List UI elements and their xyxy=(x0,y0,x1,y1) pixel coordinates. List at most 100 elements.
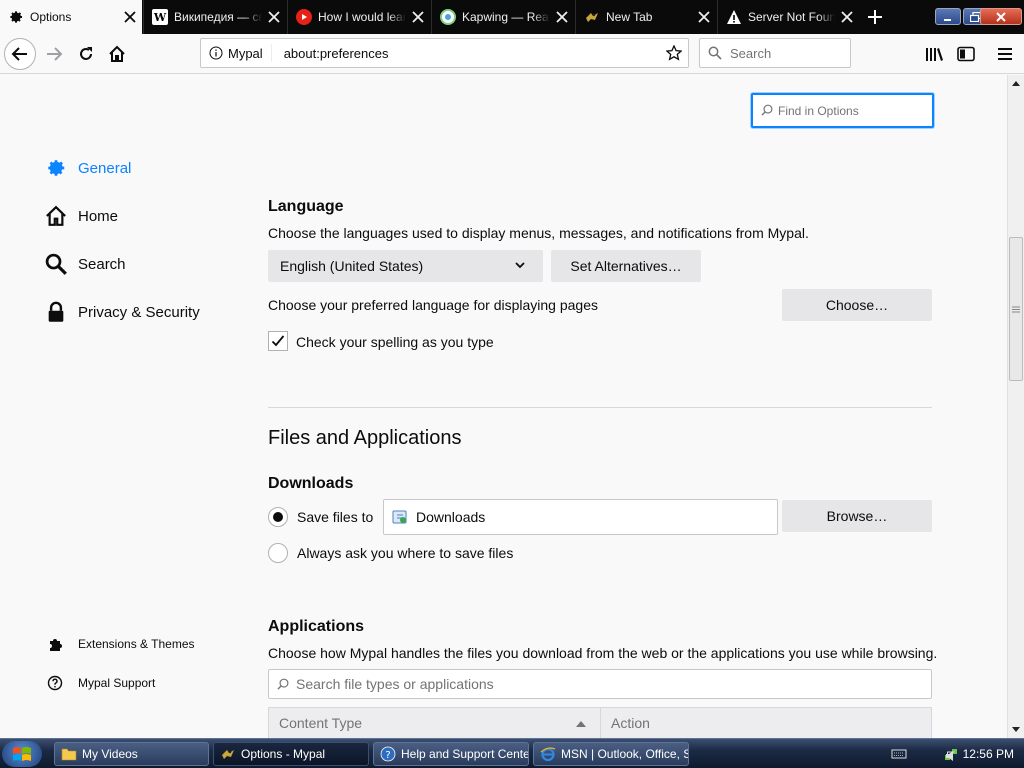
radio-selected-dot xyxy=(273,512,283,522)
site-identity[interactable]: Mypal xyxy=(201,44,272,62)
category-general[interactable]: General xyxy=(44,156,131,180)
arrow-right-icon xyxy=(47,47,63,61)
taskbar-item-mypal[interactable]: Options - Mypal xyxy=(213,742,369,766)
close-icon[interactable] xyxy=(118,5,142,29)
language-dropdown[interactable]: English (United States) xyxy=(268,250,543,282)
star-icon xyxy=(666,45,682,61)
triangle-down-icon xyxy=(1012,726,1020,732)
minimize-button[interactable] xyxy=(935,8,961,25)
file-type-search-input[interactable]: Search file types or applications xyxy=(268,669,932,699)
tab-options[interactable]: Options xyxy=(0,0,142,34)
url-bar[interactable]: Mypal about:preferences xyxy=(200,38,689,68)
close-icon[interactable] xyxy=(835,5,859,29)
spellcheck-checkbox[interactable] xyxy=(268,331,288,351)
reload-icon xyxy=(80,47,92,60)
youtube-icon xyxy=(296,9,312,25)
system-clock[interactable]: 12:56 PM xyxy=(963,747,1014,761)
tab-title: New Tab xyxy=(606,10,653,24)
search-icon xyxy=(708,46,722,60)
tab-youtube[interactable]: How I would learn to code xyxy=(287,0,430,34)
sort-ascending-icon xyxy=(576,721,586,727)
tab-server-not-found[interactable]: Server Not Found xyxy=(717,0,859,34)
bookmark-star-button[interactable] xyxy=(660,45,688,61)
save-files-label[interactable]: Save files to xyxy=(297,509,373,525)
category-search[interactable]: Search xyxy=(44,252,126,276)
scroll-down-button[interactable] xyxy=(1008,721,1024,737)
content-type-column-header[interactable]: Content Type xyxy=(269,708,601,738)
triangle-up-icon xyxy=(1012,80,1020,86)
close-icon[interactable] xyxy=(262,5,286,29)
url-text[interactable]: about:preferences xyxy=(272,46,660,61)
save-files-radio[interactable] xyxy=(268,507,288,527)
close-icon[interactable] xyxy=(692,5,716,29)
sidebar-button[interactable] xyxy=(950,38,982,70)
back-button[interactable] xyxy=(4,38,36,70)
checkmark-icon xyxy=(271,335,285,347)
support-link[interactable]: Mypal Support xyxy=(46,674,155,692)
forward-button[interactable] xyxy=(38,38,70,70)
identity-label: Mypal xyxy=(228,45,263,61)
action-column-header[interactable]: Action xyxy=(601,715,650,731)
preferences-page: Find in Options General Home Search Priv… xyxy=(0,75,1007,738)
taskbar-item-my-videos[interactable]: My Videos xyxy=(54,742,209,766)
vertical-scrollbar[interactable] xyxy=(1007,75,1024,738)
taskbar-item-msn[interactable]: MSN | Outlook, Office, Skype, Bing xyxy=(533,742,689,766)
library-button[interactable] xyxy=(918,38,950,70)
language-heading: Language xyxy=(268,198,344,215)
download-folder-name: Downloads xyxy=(416,509,486,525)
tab-wikipedia[interactable]: W Википедия — свободная энциклопедия xyxy=(143,0,286,34)
navigation-toolbar: Mypal about:preferences Search xyxy=(0,34,1024,74)
footer-link-label: Mypal Support xyxy=(78,676,156,690)
scrollbar-thumb[interactable] xyxy=(1009,237,1023,381)
tab-kapwing[interactable]: Kapwing — React xyxy=(431,0,574,34)
search-placeholder: Search xyxy=(730,45,772,61)
spellcheck-label[interactable]: Check your spelling as you type xyxy=(296,334,494,350)
close-icon[interactable] xyxy=(550,5,574,29)
close-icon[interactable] xyxy=(406,5,430,29)
help-icon: ? xyxy=(380,746,396,762)
tab-title: Options xyxy=(30,10,72,24)
find-in-options-input[interactable]: Find in Options xyxy=(751,93,934,128)
reload-button[interactable] xyxy=(70,38,102,70)
category-privacy-security[interactable]: Privacy & Security xyxy=(44,300,200,324)
find-placeholder: Find in Options xyxy=(778,103,859,118)
tab-new-tab[interactable]: New Tab xyxy=(575,0,716,34)
home-button[interactable] xyxy=(101,38,133,70)
grip-icon xyxy=(1012,306,1020,312)
extensions-themes-link[interactable]: Extensions & Themes xyxy=(46,635,195,653)
wikipedia-icon: W xyxy=(152,9,168,25)
files-applications-heading: Files and Applications xyxy=(268,427,462,449)
tab-title: Kapwing — React xyxy=(462,10,550,24)
lock-icon xyxy=(44,300,68,324)
arrow-left-icon xyxy=(11,47,27,61)
always-ask-radio[interactable] xyxy=(268,543,288,563)
new-tab-button[interactable] xyxy=(860,0,890,34)
help-icon xyxy=(46,674,64,692)
window-close-button[interactable] xyxy=(980,8,1022,25)
chevron-down-icon xyxy=(515,262,525,269)
minimize-icon xyxy=(944,18,951,21)
warning-icon xyxy=(726,9,742,25)
section-divider xyxy=(268,407,932,408)
svg-text:?: ? xyxy=(385,750,390,761)
keyboard-icon[interactable] xyxy=(891,746,907,762)
scroll-up-button[interactable] xyxy=(1008,75,1024,91)
gear-icon xyxy=(44,156,68,180)
search-input[interactable]: Search xyxy=(699,38,851,68)
mypal-icon xyxy=(584,9,600,25)
set-alternatives-button[interactable]: Set Alternatives… xyxy=(551,250,701,282)
category-home[interactable]: Home xyxy=(44,204,118,228)
tab-bar: Options W Википедия — свободная энциклоп… xyxy=(0,0,1024,34)
taskbar-item-help-support[interactable]: ? Help and Support Center xyxy=(373,742,529,766)
always-ask-label[interactable]: Always ask you where to save files xyxy=(297,545,513,561)
kapwing-icon xyxy=(440,9,456,25)
task-label: My Videos xyxy=(82,747,138,761)
choose-language-button[interactable]: Choose… xyxy=(782,289,932,321)
volume-icon[interactable] xyxy=(944,748,960,764)
applications-heading: Applications xyxy=(268,618,365,635)
folder-icon xyxy=(61,748,77,761)
menu-button[interactable] xyxy=(989,38,1021,70)
category-label: Privacy & Security xyxy=(78,303,200,321)
browse-button[interactable]: Browse… xyxy=(782,500,932,532)
start-button[interactable] xyxy=(2,741,42,767)
